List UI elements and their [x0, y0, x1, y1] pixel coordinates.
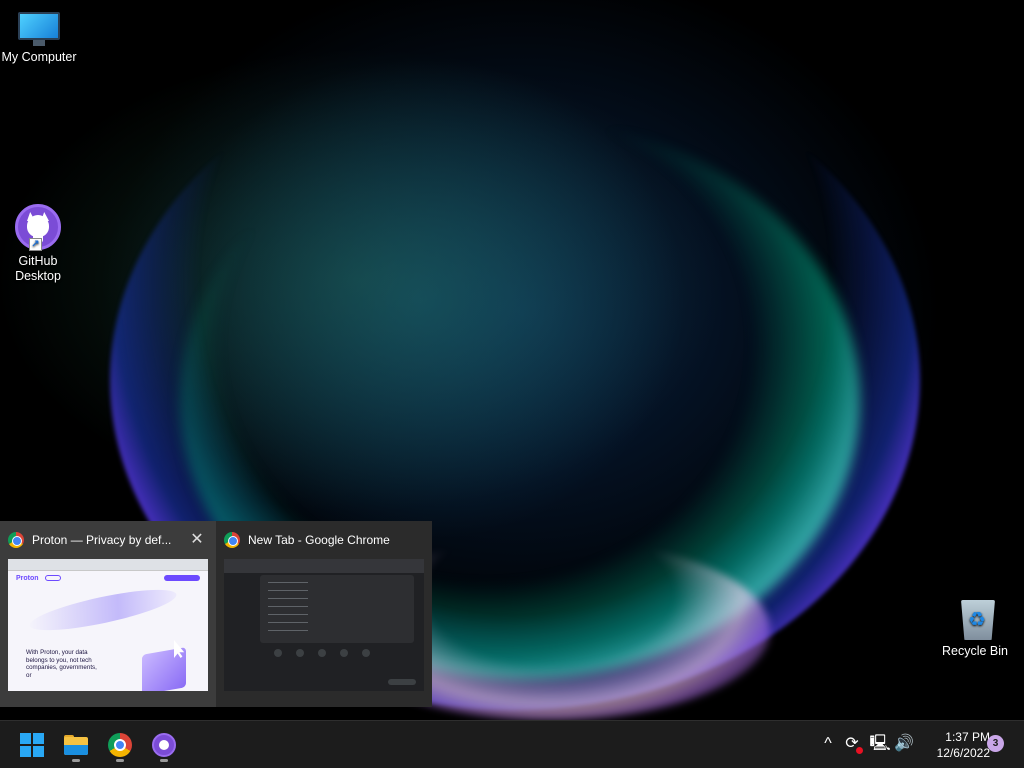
clock-time: 1:37 PM: [945, 730, 990, 744]
taskbar-chrome[interactable]: [102, 727, 138, 763]
system-clock[interactable]: 1:37 PM 12/6/2022: [918, 729, 990, 761]
window-preview-title: Proton — Privacy by def...: [32, 533, 172, 547]
start-button[interactable]: [14, 727, 50, 763]
github-desktop-icon: [152, 733, 176, 757]
desktop-icon-label: My Computer: [1, 50, 77, 64]
window-preview-title: New Tab - Google Chrome: [248, 533, 390, 547]
chrome-icon: [108, 733, 132, 757]
page-hero-text: With Proton, your data belongs to you, n…: [26, 649, 97, 679]
desktop-icon-label: GitHub Desktop: [15, 254, 61, 283]
notification-count-badge[interactable]: 3: [987, 735, 1004, 752]
taskbar: ^ ⟳ 🖳 🔊 1:37 PM 12/6/2022: [0, 720, 1024, 768]
desktop-icon-github-desktop[interactable]: ↗ GitHub Desktop: [0, 204, 78, 284]
clock-date: 12/6/2022: [936, 746, 990, 760]
window-preview-proton[interactable]: Proton — Privacy by def... ✕ Proton With…: [0, 521, 216, 707]
start-icon: [20, 733, 44, 757]
file-explorer-icon: [64, 735, 88, 755]
chrome-icon: [224, 532, 240, 548]
shortcut-arrow-icon: ↗: [29, 238, 42, 251]
recycle-bin-icon: ♻: [958, 596, 995, 640]
page-brand: Proton: [16, 574, 39, 582]
desktop-icon-recycle-bin[interactable]: ♻ Recycle Bin: [935, 596, 1015, 659]
taskbar-file-explorer[interactable]: [58, 727, 94, 763]
taskbar-github-desktop[interactable]: [146, 727, 182, 763]
window-thumbnail: [224, 559, 424, 691]
chrome-icon: [8, 532, 24, 548]
volume-icon[interactable]: 🔊: [893, 733, 915, 755]
desktop-icon-my-computer[interactable]: My Computer: [0, 10, 79, 65]
monitor-icon: [17, 12, 61, 46]
sync-icon[interactable]: ⟳: [841, 733, 863, 755]
close-icon[interactable]: ✕: [188, 531, 206, 549]
window-preview-new-tab[interactable]: New Tab - Google Chrome: [216, 521, 432, 707]
show-hidden-icons-button[interactable]: ^: [817, 733, 839, 755]
taskbar-window-previews: Proton — Privacy by def... ✕ Proton With…: [0, 521, 432, 707]
desktop-icon-label: Recycle Bin: [942, 644, 1008, 658]
network-icon[interactable]: 🖳: [869, 733, 891, 755]
window-thumbnail: Proton With Proton, your data belongs to…: [8, 559, 208, 691]
